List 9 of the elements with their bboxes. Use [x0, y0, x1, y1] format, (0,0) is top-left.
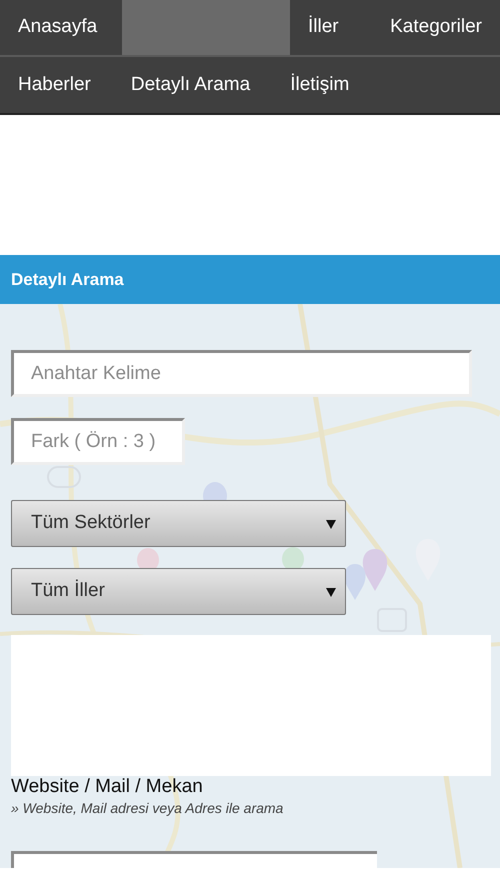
field-hint: » Website, Mail adresi veya Adres ile arama: [11, 799, 284, 818]
text-field[interactable]: Anahtar Kelime: [11, 350, 472, 397]
dropdown-arrow-icon: [326, 586, 336, 596]
field-label: Website / Mail / Mekan: [11, 776, 204, 798]
text-field[interactable]: Fark ( Örn : 3 ): [11, 418, 185, 465]
select-dropdown[interactable]: Tüm Sektörler: [11, 500, 346, 547]
dropdown-arrow-icon: [326, 518, 336, 528]
select-dropdown[interactable]: Tüm İller: [11, 568, 346, 615]
section-title: Detaylı Arama: [11, 268, 124, 291]
